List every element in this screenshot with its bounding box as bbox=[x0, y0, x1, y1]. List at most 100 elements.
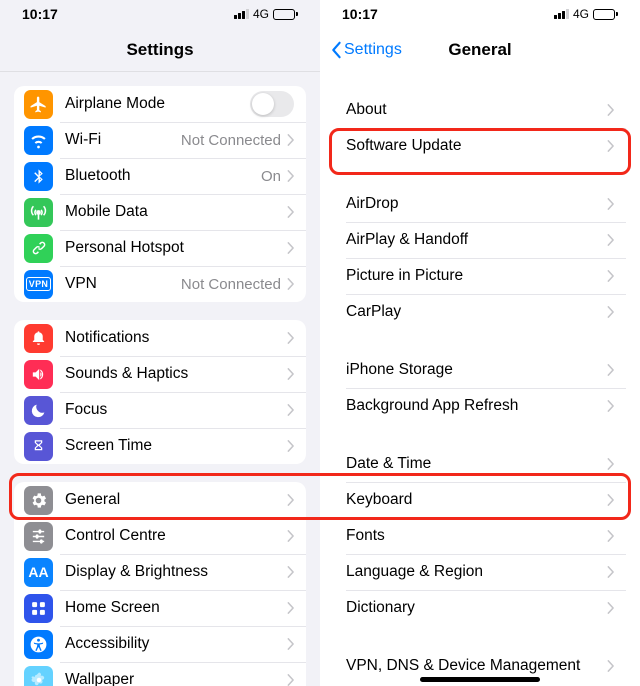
chevron-right-icon bbox=[607, 458, 614, 470]
row-label: Control Centre bbox=[65, 527, 287, 545]
battery-icon bbox=[593, 9, 618, 20]
chevron-right-icon bbox=[607, 234, 614, 246]
chevron-right-icon bbox=[287, 134, 294, 146]
row-notifications[interactable]: Notifications bbox=[14, 320, 306, 356]
row-label: Language & Region bbox=[346, 563, 607, 581]
page-title: General bbox=[448, 40, 511, 60]
row-label: AirPlay & Handoff bbox=[346, 231, 607, 249]
navbar: Settings bbox=[0, 28, 320, 72]
row-label: Bluetooth bbox=[65, 167, 261, 185]
chevron-right-icon bbox=[607, 104, 614, 116]
chevron-right-icon bbox=[287, 368, 294, 380]
wifi-icon bbox=[24, 126, 53, 155]
row-bgrefresh[interactable]: Background App Refresh bbox=[334, 388, 626, 424]
settings-list[interactable]: Airplane ModeWi-FiNot ConnectedBluetooth… bbox=[0, 72, 320, 686]
row-softwareupdate[interactable]: Software Update bbox=[334, 128, 626, 164]
row-detail: Not Connected bbox=[181, 276, 281, 293]
row-langregion[interactable]: Language & Region bbox=[334, 554, 626, 590]
row-label: Background App Refresh bbox=[346, 397, 607, 415]
row-general[interactable]: General bbox=[14, 482, 306, 518]
row-dictionary[interactable]: Dictionary bbox=[334, 590, 626, 626]
row-accessibility[interactable]: Accessibility bbox=[14, 626, 306, 662]
row-label: CarPlay bbox=[346, 303, 607, 321]
navbar: Settings General bbox=[320, 28, 640, 72]
chevron-right-icon bbox=[607, 140, 614, 152]
grid-icon bbox=[24, 594, 53, 623]
status-bar: 10:17 4G bbox=[320, 0, 640, 28]
aa-icon: AA bbox=[24, 558, 53, 587]
row-detail: Not Connected bbox=[181, 132, 281, 149]
row-screentime[interactable]: Screen Time bbox=[14, 428, 306, 464]
status-bar: 10:17 4G bbox=[0, 0, 320, 28]
row-display[interactable]: AADisplay & Brightness bbox=[14, 554, 306, 590]
row-datetime[interactable]: Date & Time bbox=[334, 446, 626, 482]
chevron-right-icon bbox=[607, 270, 614, 282]
gear-icon bbox=[24, 486, 53, 515]
row-label: Notifications bbox=[65, 329, 287, 347]
row-airplay[interactable]: AirPlay & Handoff bbox=[334, 222, 626, 258]
chevron-right-icon bbox=[287, 206, 294, 218]
network-label: 4G bbox=[573, 7, 589, 21]
status-indicators: 4G bbox=[554, 7, 618, 21]
row-sounds[interactable]: Sounds & Haptics bbox=[14, 356, 306, 392]
row-wallpaper[interactable]: Wallpaper bbox=[14, 662, 306, 686]
row-focus[interactable]: Focus bbox=[14, 392, 306, 428]
chevron-right-icon bbox=[287, 530, 294, 542]
row-label: VPN bbox=[65, 275, 181, 293]
antenna-icon bbox=[24, 198, 53, 227]
row-about[interactable]: About bbox=[334, 92, 626, 128]
back-button[interactable]: Settings bbox=[330, 41, 402, 59]
speaker-icon bbox=[24, 360, 53, 389]
row-wifi[interactable]: Wi-FiNot Connected bbox=[14, 122, 306, 158]
row-storage[interactable]: iPhone Storage bbox=[334, 352, 626, 388]
row-pip[interactable]: Picture in Picture bbox=[334, 258, 626, 294]
row-label: Dictionary bbox=[346, 599, 607, 617]
row-label: Picture in Picture bbox=[346, 267, 607, 285]
general-list[interactable]: AboutSoftware Update AirDrop AirPlay & Han… bbox=[320, 72, 640, 686]
row-carplay[interactable]: CarPlay bbox=[334, 294, 626, 330]
moon-icon bbox=[24, 396, 53, 425]
row-detail: On bbox=[261, 168, 281, 185]
flower-icon bbox=[24, 666, 53, 686]
chevron-right-icon bbox=[287, 494, 294, 506]
row-label: Date & Time bbox=[346, 455, 607, 473]
sliders-icon bbox=[24, 522, 53, 551]
row-fonts[interactable]: Fonts bbox=[334, 518, 626, 554]
general-screen: 10:17 4G Settings General AboutSoftware … bbox=[320, 0, 640, 686]
bluetooth-icon bbox=[24, 162, 53, 191]
settings-group: Notifications Sounds & HapticsFocusScreen… bbox=[14, 320, 306, 464]
general-group: AboutSoftware Update bbox=[334, 92, 626, 164]
link-icon bbox=[24, 234, 53, 263]
row-vpn[interactable]: VPNVPNNot Connected bbox=[14, 266, 306, 302]
row-homescreen[interactable]: Home Screen bbox=[14, 590, 306, 626]
vpn-icon: VPN bbox=[24, 270, 53, 299]
accessibility-icon bbox=[24, 630, 53, 659]
chevron-right-icon bbox=[287, 332, 294, 344]
chevron-right-icon bbox=[607, 494, 614, 506]
row-controlcentre[interactable]: Control Centre bbox=[14, 518, 306, 554]
chevron-right-icon bbox=[607, 364, 614, 376]
chevron-right-icon bbox=[287, 242, 294, 254]
cellular-signal-icon bbox=[234, 9, 249, 19]
home-indicator[interactable] bbox=[420, 677, 540, 682]
chevron-right-icon bbox=[607, 400, 614, 412]
chevron-right-icon bbox=[287, 404, 294, 416]
chevron-right-icon bbox=[607, 602, 614, 614]
row-airplane[interactable]: Airplane Mode bbox=[14, 86, 306, 122]
chevron-right-icon bbox=[607, 306, 614, 318]
chevron-right-icon bbox=[607, 660, 614, 672]
airplane-icon bbox=[24, 90, 53, 119]
chevron-right-icon bbox=[287, 674, 294, 686]
chevron-right-icon bbox=[287, 602, 294, 614]
toggle-airplane[interactable] bbox=[250, 91, 294, 117]
row-hotspot[interactable]: Personal Hotspot bbox=[14, 230, 306, 266]
row-keyboard[interactable]: Keyboard bbox=[334, 482, 626, 518]
chevron-right-icon bbox=[287, 566, 294, 578]
settings-screen: 10:17 4G Settings Airplane ModeWi-FiNot … bbox=[0, 0, 320, 686]
row-label: Mobile Data bbox=[65, 203, 287, 221]
settings-group: Airplane ModeWi-FiNot ConnectedBluetooth… bbox=[14, 86, 306, 302]
row-mobiledata[interactable]: Mobile Data bbox=[14, 194, 306, 230]
row-bluetooth[interactable]: BluetoothOn bbox=[14, 158, 306, 194]
row-label: Personal Hotspot bbox=[65, 239, 287, 257]
row-airdrop[interactable]: AirDrop bbox=[334, 186, 626, 222]
